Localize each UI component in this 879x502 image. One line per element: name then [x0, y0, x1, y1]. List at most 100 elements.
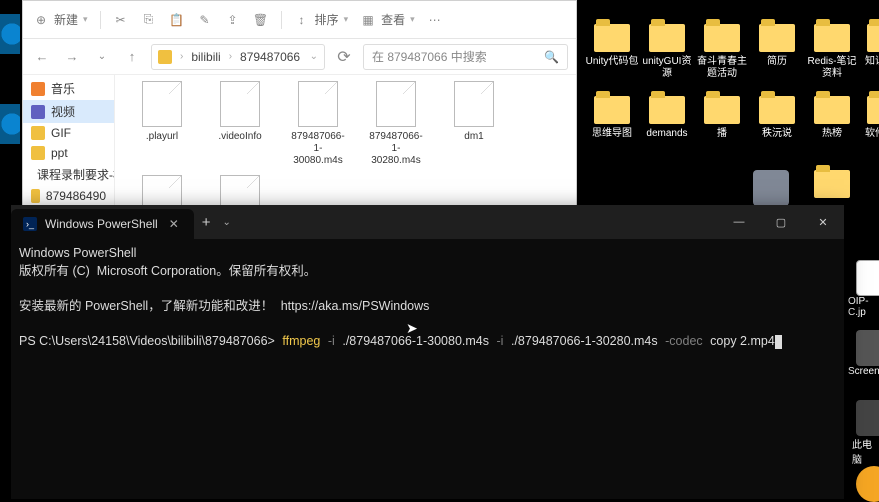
- file-item[interactable]: .videoInfo: [211, 81, 269, 167]
- sidebar-item[interactable]: GIF: [23, 123, 114, 143]
- file-item[interactable]: 879487066-1-30280.m4s: [367, 81, 425, 167]
- desktop-folder[interactable]: 播: [695, 96, 749, 140]
- sidebar-item[interactable]: 879486490: [23, 186, 114, 205]
- folder-label: demands: [646, 128, 687, 140]
- terminal-body[interactable]: Windows PowerShell 版权所有 (C) Microsoft Co…: [11, 239, 844, 499]
- edge-browser-icon[interactable]: [0, 14, 20, 54]
- file-name: .videoInfo: [218, 131, 261, 143]
- terminal-text: 版权所有 (C) Microsoft Corporation。保留所有权利。: [19, 264, 316, 278]
- refresh-button[interactable]: ⟳: [333, 46, 355, 68]
- search-input[interactable]: 在 879487066 中搜索 🔍: [363, 44, 568, 70]
- explorer-navbar: ← → ⌄ ↑ › bilibili › 879487066 ⌄ ⟳ 在 879…: [23, 39, 576, 75]
- file-icon: [142, 81, 182, 127]
- file-pane: .playurl .videoInfo 879487066-1-30080.m4s 8…: [115, 75, 576, 205]
- label: ScreenT: [848, 366, 879, 377]
- folder-icon: [759, 24, 795, 52]
- tab-powershell[interactable]: ›_ Windows PowerShell ✕: [11, 209, 194, 239]
- rename-icon[interactable]: ✎: [197, 12, 213, 28]
- terminal-tabs: ›_ Windows PowerShell ✕ + ⌄ — ▢ ✕: [11, 205, 844, 239]
- delete-icon[interactable]: 🗑: [253, 12, 269, 28]
- file-item[interactable]: 879487066-1-30080.m4s: [289, 81, 347, 167]
- view-icon: ▦: [360, 12, 376, 28]
- flag: -i: [328, 334, 335, 348]
- label: 此电脑: [852, 436, 879, 466]
- view-button[interactable]: ▦ 查看 ▾: [360, 11, 415, 28]
- view-label: 查看: [381, 11, 405, 28]
- cursor: [775, 335, 782, 349]
- desktop-folder[interactable]: Unity代码包: [585, 24, 639, 68]
- cut-icon[interactable]: ✂: [113, 12, 129, 28]
- folder-icon: [31, 146, 45, 160]
- desktop-folder[interactable]: 热榜: [805, 96, 859, 140]
- sidebar-item-label: 879486490: [46, 189, 106, 203]
- desktop-folder[interactable]: unityGUI资源: [640, 24, 694, 80]
- sidebar-item[interactable]: ppt: [23, 143, 114, 163]
- file-item[interactable]: dm1: [445, 81, 503, 167]
- app-icon[interactable]: [856, 466, 879, 502]
- file-item[interactable]: .playurl: [133, 81, 191, 167]
- share-icon[interactable]: ⇪: [225, 12, 241, 28]
- file-item[interactable]: [133, 175, 191, 205]
- sidebar-item[interactable]: 音乐: [23, 77, 114, 100]
- sidebar-item[interactable]: 课程录制要求-杨: [23, 163, 114, 186]
- new-button[interactable]: ⊕ 新建 ▾: [33, 11, 88, 28]
- search-icon: 🔍: [544, 50, 559, 64]
- folder-label: Unity代码包: [586, 56, 639, 68]
- desktop-folder[interactable]: demands: [640, 96, 694, 140]
- folder-icon: [649, 24, 685, 52]
- minimize-button[interactable]: —: [718, 205, 760, 239]
- recent-button[interactable]: ⌄: [91, 46, 113, 68]
- screen-tool-icon[interactable]: [856, 330, 879, 366]
- back-button[interactable]: ←: [31, 46, 53, 68]
- close-tab-button[interactable]: ✕: [166, 217, 182, 231]
- desktop-folder[interactable]: 知识付费: [858, 24, 879, 68]
- label: OIP-C.jp: [848, 296, 879, 318]
- close-button[interactable]: ✕: [802, 205, 844, 239]
- tab-title: Windows PowerShell: [45, 217, 158, 231]
- breadcrumb[interactable]: › bilibili › 879487066 ⌄: [151, 44, 325, 70]
- command: ffmpeg: [282, 334, 320, 348]
- file-item[interactable]: [211, 175, 269, 205]
- file-icon[interactable]: [856, 260, 879, 296]
- new-tab-button[interactable]: +: [194, 205, 219, 239]
- desktop-folder[interactable]: 思维导图: [585, 96, 639, 140]
- folder-label: 简历: [767, 56, 787, 68]
- sidebar-item-label: ppt: [51, 146, 68, 160]
- desktop-folder[interactable]: Redis-笔记资料: [805, 24, 859, 80]
- desktop-folder[interactable]: [805, 170, 859, 202]
- folder-label: 知识付费: [865, 56, 879, 68]
- search-placeholder: 在 879487066 中搜索: [372, 48, 487, 65]
- desktop-folder[interactable]: 软件设计: [858, 96, 879, 140]
- sidebar-item[interactable]: 视频: [23, 100, 114, 123]
- arg: ./879487066-1-30280.m4s: [511, 334, 658, 348]
- up-button[interactable]: ↑: [121, 46, 143, 68]
- flag: -codec: [665, 334, 703, 348]
- folder-icon: [31, 82, 45, 96]
- gear-icon[interactable]: [753, 170, 789, 206]
- terminal-text: 安装最新的 PowerShell，了解新功能和改进！: [19, 299, 273, 313]
- desktop-folder[interactable]: 简历: [750, 24, 804, 68]
- desktop-folder[interactable]: 秩沅说: [750, 96, 804, 140]
- more-icon[interactable]: ⋯: [427, 12, 443, 28]
- folder-label: Redis-笔记资料: [805, 56, 859, 80]
- forward-button[interactable]: →: [61, 46, 83, 68]
- new-label: 新建: [54, 11, 78, 28]
- desktop-folder[interactable]: 奋斗青春主题活动: [695, 24, 749, 80]
- edge-browser-icon-2[interactable]: [0, 104, 20, 144]
- folder-icon: [704, 96, 740, 124]
- file-name: .playurl: [146, 131, 178, 143]
- sort-button[interactable]: ↕ 排序 ▾: [294, 11, 349, 28]
- tab-dropdown[interactable]: ⌄: [219, 205, 235, 239]
- powershell-icon: ›_: [23, 217, 37, 231]
- maximize-button[interactable]: ▢: [760, 205, 802, 239]
- file-icon: [454, 81, 494, 127]
- this-pc-icon[interactable]: [856, 400, 879, 436]
- file-explorer-window: ⊕ 新建 ▾ ✂ ⎘ 📋 ✎ ⇪ 🗑 ↕ 排序 ▾ ▦ 查看 ▾ ⋯ ← → ⌄…: [22, 0, 577, 206]
- folder-label: 热榜: [822, 128, 842, 140]
- terminal-prompt: PS C:\Users\24158\Videos\bilibili\879487…: [19, 334, 275, 348]
- powershell-window: ›_ Windows PowerShell ✕ + ⌄ — ▢ ✕ Window…: [11, 205, 844, 499]
- breadcrumb-part[interactable]: bilibili: [191, 50, 220, 64]
- copy-icon[interactable]: ⎘: [141, 12, 157, 28]
- paste-icon[interactable]: 📋: [169, 12, 185, 28]
- breadcrumb-part[interactable]: 879487066: [240, 50, 300, 64]
